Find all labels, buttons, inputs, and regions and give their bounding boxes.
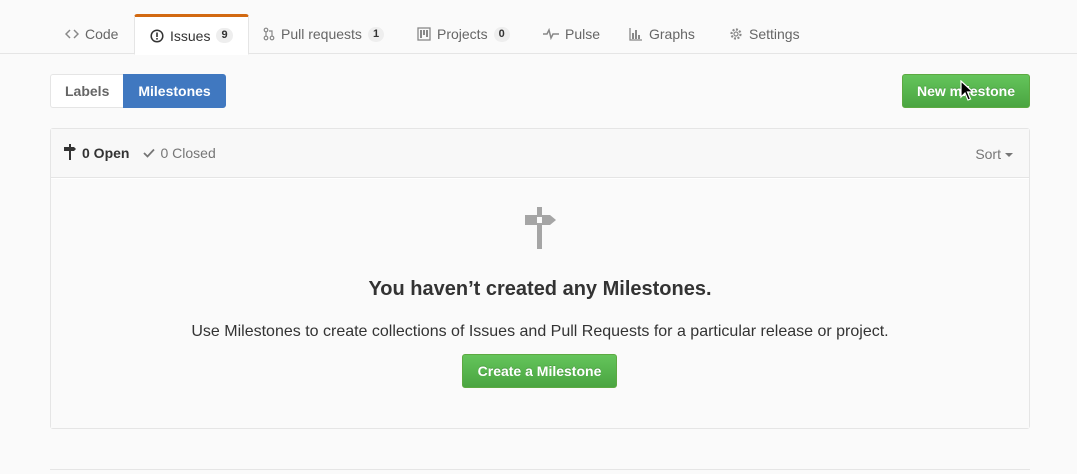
create-milestone-button[interactable]: Create a Milestone: [462, 354, 617, 388]
sort-dropdown[interactable]: Sort: [975, 129, 1013, 178]
tab-label: Pull requests: [281, 26, 362, 42]
blankslate: You haven’t created any Milestones. Use …: [51, 179, 1029, 428]
tab-projects[interactable]: Projects 0: [402, 14, 525, 54]
check-icon: [143, 145, 156, 161]
tab-pull-requests[interactable]: Pull requests 1: [248, 14, 399, 54]
code-icon: [65, 28, 79, 40]
projects-counter: 0: [493, 26, 510, 42]
closed-count: 0 Closed: [160, 145, 216, 161]
footer-divider: [50, 469, 1030, 470]
tab-code[interactable]: Code: [50, 14, 133, 54]
labels-milestones-switcher: Labels Milestones: [50, 74, 226, 108]
mouse-pointer-icon: [960, 79, 975, 105]
gear-icon: [729, 27, 743, 41]
pulse-icon: [543, 28, 559, 40]
blankslate-description: Use Milestones to create collections of …: [191, 323, 889, 340]
git-pull-request-icon: [263, 27, 275, 41]
blankslate-title: You haven’t created any Milestones.: [368, 278, 712, 300]
project-icon: [417, 27, 431, 41]
tab-graphs[interactable]: Graphs: [614, 14, 710, 54]
sort-label: Sort: [975, 145, 1001, 162]
issues-counter: 9: [216, 28, 233, 43]
tab-label: Pulse: [565, 26, 601, 42]
tab-label: Issues: [170, 27, 211, 44]
repo-nav: Code Issues 9 Pull requests 1 Projects 0…: [0, 0, 1077, 55]
milestone-icon: [63, 143, 77, 163]
tab-pulse[interactable]: Pulse: [528, 14, 615, 54]
milestones-link[interactable]: Milestones: [123, 74, 226, 108]
graph-icon: [629, 27, 643, 41]
tab-label: Code: [85, 26, 119, 42]
tab-label: Projects: [437, 26, 488, 42]
issue-opened-icon: [150, 28, 164, 43]
tab-label: Settings: [749, 26, 800, 42]
milestones-header: 0 Open 0 Closed Sort: [51, 129, 1029, 178]
tab-issues[interactable]: Issues 9: [134, 14, 249, 55]
milestones-box: 0 Open 0 Closed Sort You haven’t created…: [50, 128, 1030, 429]
tab-label: Graphs: [649, 26, 695, 42]
tab-settings[interactable]: Settings: [714, 14, 815, 54]
pull-requests-counter: 1: [367, 26, 385, 42]
open-milestones-filter[interactable]: 0 Open: [63, 143, 130, 163]
caret-down-icon: [1005, 152, 1013, 157]
labels-link[interactable]: Labels: [50, 74, 124, 108]
open-count: 0 Open: [82, 145, 130, 161]
milestone-icon: [523, 207, 557, 252]
closed-milestones-filter[interactable]: 0 Closed: [143, 145, 216, 161]
